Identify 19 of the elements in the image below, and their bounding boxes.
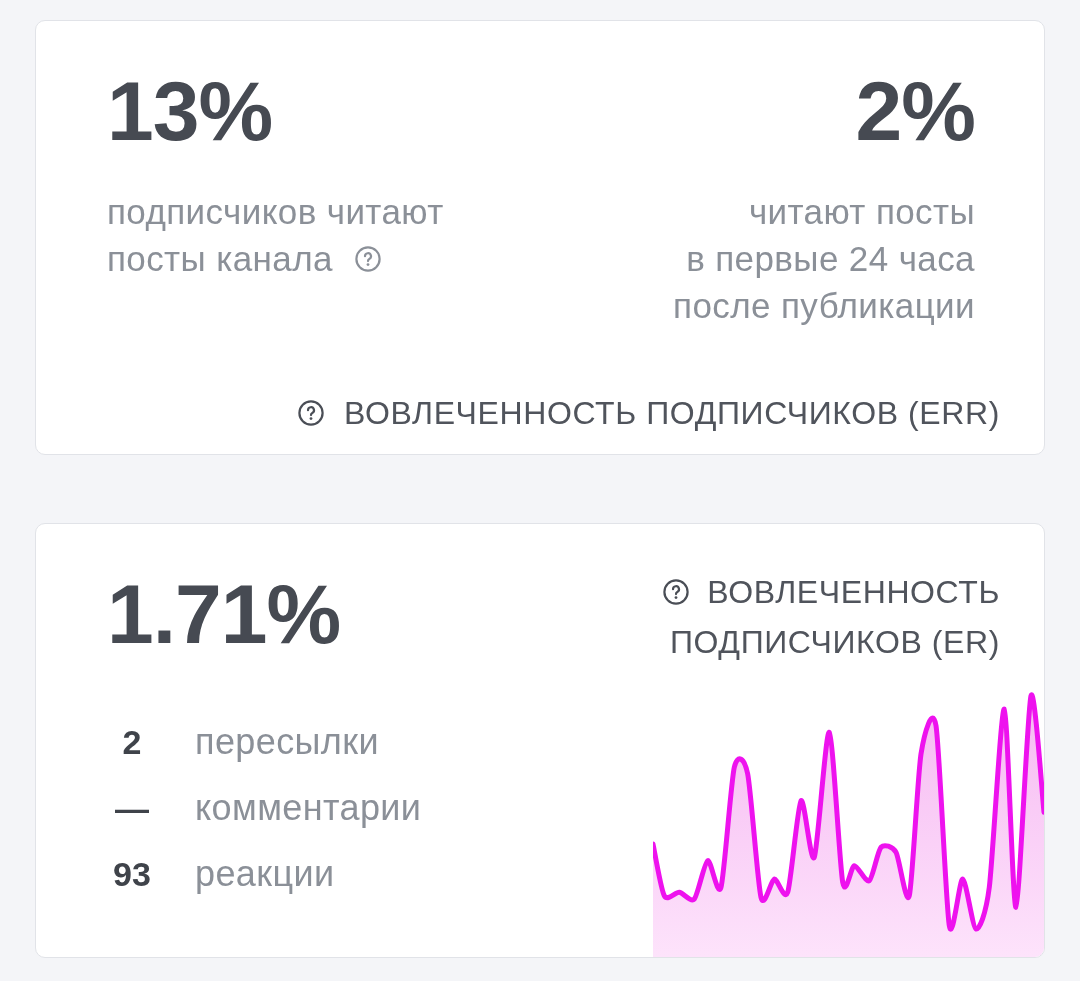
metric-value: 1.71%	[107, 572, 342, 656]
metric-caption: после публикации	[673, 285, 975, 327]
section-title: ВОВЛЕЧЕННОСТЬ	[707, 573, 1000, 612]
metric-value: 13%	[107, 69, 273, 153]
help-icon[interactable]	[663, 579, 690, 605]
stat-count: 2	[121, 722, 143, 763]
metric-value: 2%	[855, 69, 975, 153]
stat-label: комментарии	[195, 786, 422, 830]
metric-caption: в первые 24 часа	[686, 238, 975, 280]
stat-label: реакции	[195, 852, 336, 896]
section-title: ВОВЛЕЧЕННОСТЬ ПОДПИСЧИКОВ (ERR)	[344, 394, 1000, 432]
metric-caption: посты канала	[107, 238, 333, 280]
metric-caption: подписчиков читают	[107, 191, 444, 233]
stat-count: 93	[112, 854, 152, 895]
stat-count: —	[114, 788, 150, 829]
metric-caption: читают посты	[748, 191, 975, 233]
section-title: ПОДПИСЧИКОВ (ER)	[670, 623, 1000, 662]
stat-label: пересылки	[195, 720, 380, 764]
help-icon[interactable]	[298, 400, 325, 426]
